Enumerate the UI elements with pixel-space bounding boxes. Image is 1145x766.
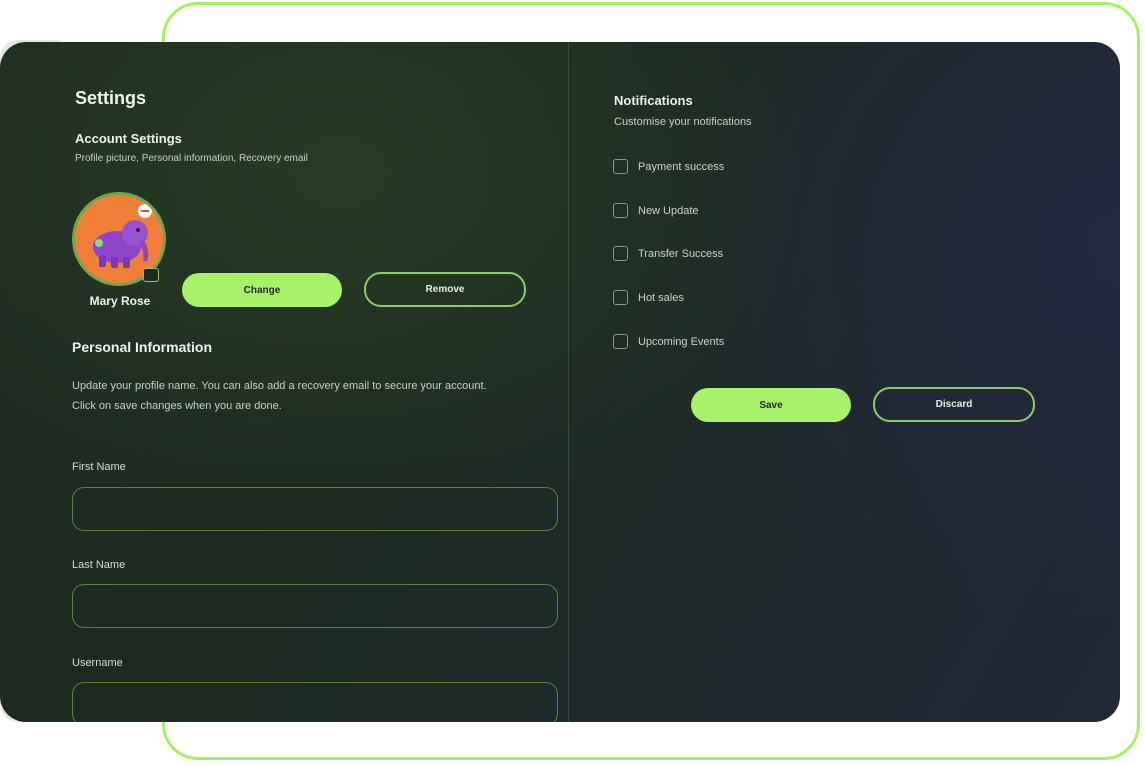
user-name: Mary Rose: [89, 294, 151, 308]
notifications-subtitle: Customise your notifications: [614, 116, 752, 128]
account-settings-subtitle: Profile picture, Personal information, R…: [75, 153, 308, 164]
first-name-label: First Name: [72, 461, 126, 473]
remove-avatar-button[interactable]: Remove: [364, 272, 526, 307]
option-label: Transfer Success: [638, 247, 724, 260]
personal-information-description: Update your profile name. You can also a…: [72, 376, 542, 416]
discard-button[interactable]: Discard: [873, 387, 1035, 422]
notifications-heading: Notifications: [614, 93, 693, 108]
checkbox[interactable]: [613, 290, 628, 305]
username-field[interactable]: [72, 682, 558, 722]
first-name-field[interactable]: [72, 487, 558, 531]
page-title: Settings: [75, 88, 147, 108]
option-label: Hot sales: [638, 291, 684, 304]
notification-option-new-update[interactable]: New Update: [613, 203, 699, 218]
last-name-field[interactable]: [72, 584, 558, 628]
notification-option-transfer-success[interactable]: Transfer Success: [613, 246, 723, 261]
notification-option-hot-sales[interactable]: Hot sales: [613, 290, 684, 305]
checkbox[interactable]: [613, 159, 628, 174]
settings-panel: Settings Account Settings Profile pictur…: [0, 42, 1120, 722]
option-label: New Update: [638, 204, 699, 217]
checkbox[interactable]: [613, 203, 628, 218]
checkbox[interactable]: [613, 334, 628, 349]
column-divider: [568, 42, 569, 722]
option-label: Upcoming Events: [638, 335, 725, 348]
save-button[interactable]: Save: [691, 388, 851, 422]
checkbox[interactable]: [613, 246, 628, 261]
last-name-label: Last Name: [72, 559, 126, 571]
option-label: Payment success: [638, 160, 725, 173]
personal-information-heading: Personal Information: [72, 339, 213, 355]
account-settings-heading: Account Settings: [75, 131, 182, 146]
camera-icon[interactable]: [143, 268, 159, 282]
username-label: Username: [72, 657, 123, 669]
description-text: Update your profile name. You can also a…: [72, 380, 487, 392]
notification-option-upcoming-events[interactable]: Upcoming Events: [613, 334, 724, 349]
save-note-text: Click on save changes when you are done.: [72, 400, 282, 412]
change-avatar-button[interactable]: Change: [182, 273, 342, 307]
notification-option-payment-success[interactable]: Payment success: [613, 159, 724, 174]
